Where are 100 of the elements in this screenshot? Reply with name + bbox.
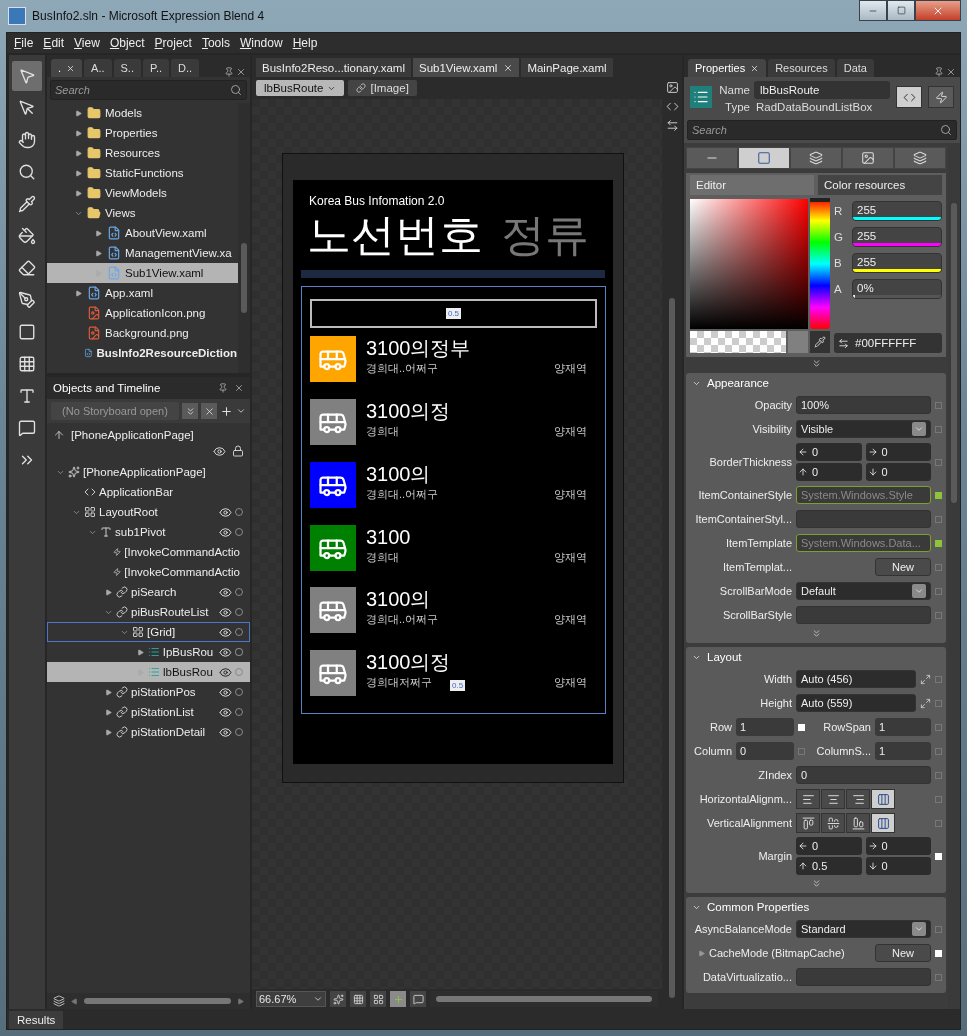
tree-item[interactable]: BusInfo2ResourceDiction — [47, 343, 238, 363]
split-icon[interactable] — [665, 119, 679, 132]
dropdown-chevron-icon[interactable] — [236, 406, 246, 416]
brush-tab[interactable] — [738, 147, 790, 169]
code-brackets-icon[interactable] — [665, 100, 679, 113]
tree-item[interactable]: [PhoneApplicationPage] — [47, 462, 250, 482]
tree-item[interactable]: piBusRouteList — [47, 602, 250, 622]
thickness-field[interactable]: 0 — [865, 443, 931, 461]
lock-icon[interactable] — [232, 445, 244, 457]
expand-arrow-icon[interactable] — [75, 149, 82, 157]
eye-icon[interactable] — [219, 505, 232, 519]
tree-item[interactable]: AboutView.xaml — [47, 223, 238, 243]
pin-icon[interactable] — [224, 67, 234, 77]
tree-item[interactable]: [InvokeCommandActio — [47, 542, 250, 562]
menu-item[interactable]: Window — [234, 36, 288, 50]
pivot-header[interactable]: 노선번호 — [307, 213, 483, 257]
eye-icon[interactable] — [219, 685, 232, 699]
expand-arrow-icon[interactable] — [105, 588, 112, 596]
alignment-button[interactable] — [871, 789, 895, 809]
panel-tab[interactable]: D.. — [171, 59, 200, 77]
menu-item[interactable]: Edit — [38, 36, 70, 50]
image-icon[interactable] — [665, 81, 679, 94]
name-field[interactable]: lbBusRoute — [754, 81, 890, 99]
document-tab[interactable]: MainPage.xaml — [521, 58, 613, 77]
tree-item[interactable]: sub1Pivot — [47, 522, 250, 542]
thickness-field[interactable]: 0 — [865, 857, 931, 875]
tree-item[interactable]: piStationDetail — [47, 722, 250, 742]
property-marker[interactable] — [935, 699, 942, 707]
tree-item[interactable]: [InvokeCommandActio — [47, 562, 250, 582]
search-input[interactable]: Search — [55, 84, 226, 96]
tree-item[interactable]: [Grid] — [47, 622, 250, 642]
property-field[interactable] — [796, 510, 931, 528]
panel-tab[interactable]: P.. — [142, 59, 169, 77]
property-marker[interactable] — [935, 973, 942, 981]
tree-item[interactable]: ApplicationBar — [47, 482, 250, 502]
eye-icon[interactable] — [219, 625, 232, 639]
panel-tab[interactable]: S.. — [113, 59, 141, 77]
tree-item[interactable]: Sub1View.xaml — [47, 263, 238, 283]
close-icon[interactable] — [66, 63, 76, 73]
search-field[interactable]: Search — [50, 80, 247, 100]
tree-item[interactable]: ApplicationIcon.png — [47, 303, 238, 323]
property-field[interactable]: 0 — [796, 766, 931, 784]
storyboard-picker[interactable]: (No Storyboard open) — [51, 402, 179, 420]
thickness-field[interactable]: 0 — [796, 837, 862, 855]
eye-icon[interactable] — [219, 525, 232, 539]
document-tab[interactable]: BusInfo2Reso...tionary.xaml — [256, 58, 411, 77]
alignment-button[interactable] — [821, 813, 845, 833]
thickness-field[interactable]: 0 — [865, 463, 931, 481]
property-marker[interactable] — [935, 491, 942, 499]
auto-size-icon[interactable] — [920, 697, 931, 709]
panel-tab[interactable]: A.. — [84, 59, 112, 77]
tree-item[interactable]: Properties — [47, 123, 238, 143]
expand-arrow-icon[interactable] — [95, 249, 102, 257]
tree-item[interactable]: LayoutRoot — [47, 502, 250, 522]
tree-item[interactable]: Views — [47, 203, 238, 223]
property-field[interactable]: 1 — [875, 718, 931, 736]
layers-icon[interactable] — [53, 995, 65, 1007]
search-textbox[interactable]: 0.5 — [310, 299, 597, 329]
property-field[interactable] — [796, 968, 931, 986]
eye-icon[interactable] — [219, 645, 233, 659]
panel-tab[interactable]: Resources — [768, 59, 835, 77]
search-input[interactable]: Search — [692, 124, 936, 136]
channel-field[interactable]: 255 — [852, 253, 942, 273]
alignment-button[interactable] — [821, 789, 845, 809]
tree-item[interactable]: App.xaml — [47, 283, 238, 303]
eye-icon[interactable] — [219, 665, 232, 679]
eye-icon[interactable] — [219, 605, 232, 619]
menu-item[interactable]: File — [9, 36, 39, 50]
property-dropdown[interactable]: Default — [796, 582, 931, 600]
property-marker[interactable] — [935, 819, 942, 827]
search-field[interactable]: Search — [687, 120, 957, 140]
eye-icon[interactable] — [213, 445, 226, 458]
effects-toggle[interactable] — [330, 991, 346, 1007]
channel-field[interactable]: 255 — [852, 201, 942, 221]
close-icon[interactable] — [946, 67, 956, 77]
close-icon[interactable] — [503, 62, 514, 73]
property-field[interactable]: Auto (559) — [796, 694, 916, 712]
tree-item[interactable]: Background.png — [47, 323, 238, 343]
add-icon[interactable] — [220, 404, 233, 418]
property-marker[interactable] — [935, 458, 942, 466]
property-marker[interactable] — [935, 723, 942, 731]
property-field[interactable]: 0 — [736, 742, 794, 760]
thickness-field[interactable]: 0 — [865, 837, 931, 855]
property-field[interactable]: 1 — [736, 718, 794, 736]
close-icon[interactable] — [234, 383, 244, 393]
alignment-button[interactable] — [846, 789, 870, 809]
hex-color-field[interactable]: #00FFFFFF — [834, 333, 942, 353]
property-marker[interactable] — [935, 539, 942, 547]
property-dropdown[interactable]: Visible — [796, 420, 931, 438]
pin-icon[interactable] — [218, 383, 228, 393]
property-field[interactable] — [796, 606, 931, 624]
channel-field[interactable]: 0% — [852, 279, 942, 299]
eye-icon[interactable] — [219, 585, 232, 599]
property-marker[interactable] — [935, 795, 942, 803]
new-button[interactable]: New — [875, 944, 931, 962]
property-marker[interactable] — [935, 401, 942, 409]
property-marker[interactable] — [935, 747, 942, 755]
tree-item[interactable]: Resources — [47, 143, 238, 163]
eye-icon[interactable] — [219, 705, 232, 719]
panel-tab[interactable]: . — [51, 59, 83, 77]
